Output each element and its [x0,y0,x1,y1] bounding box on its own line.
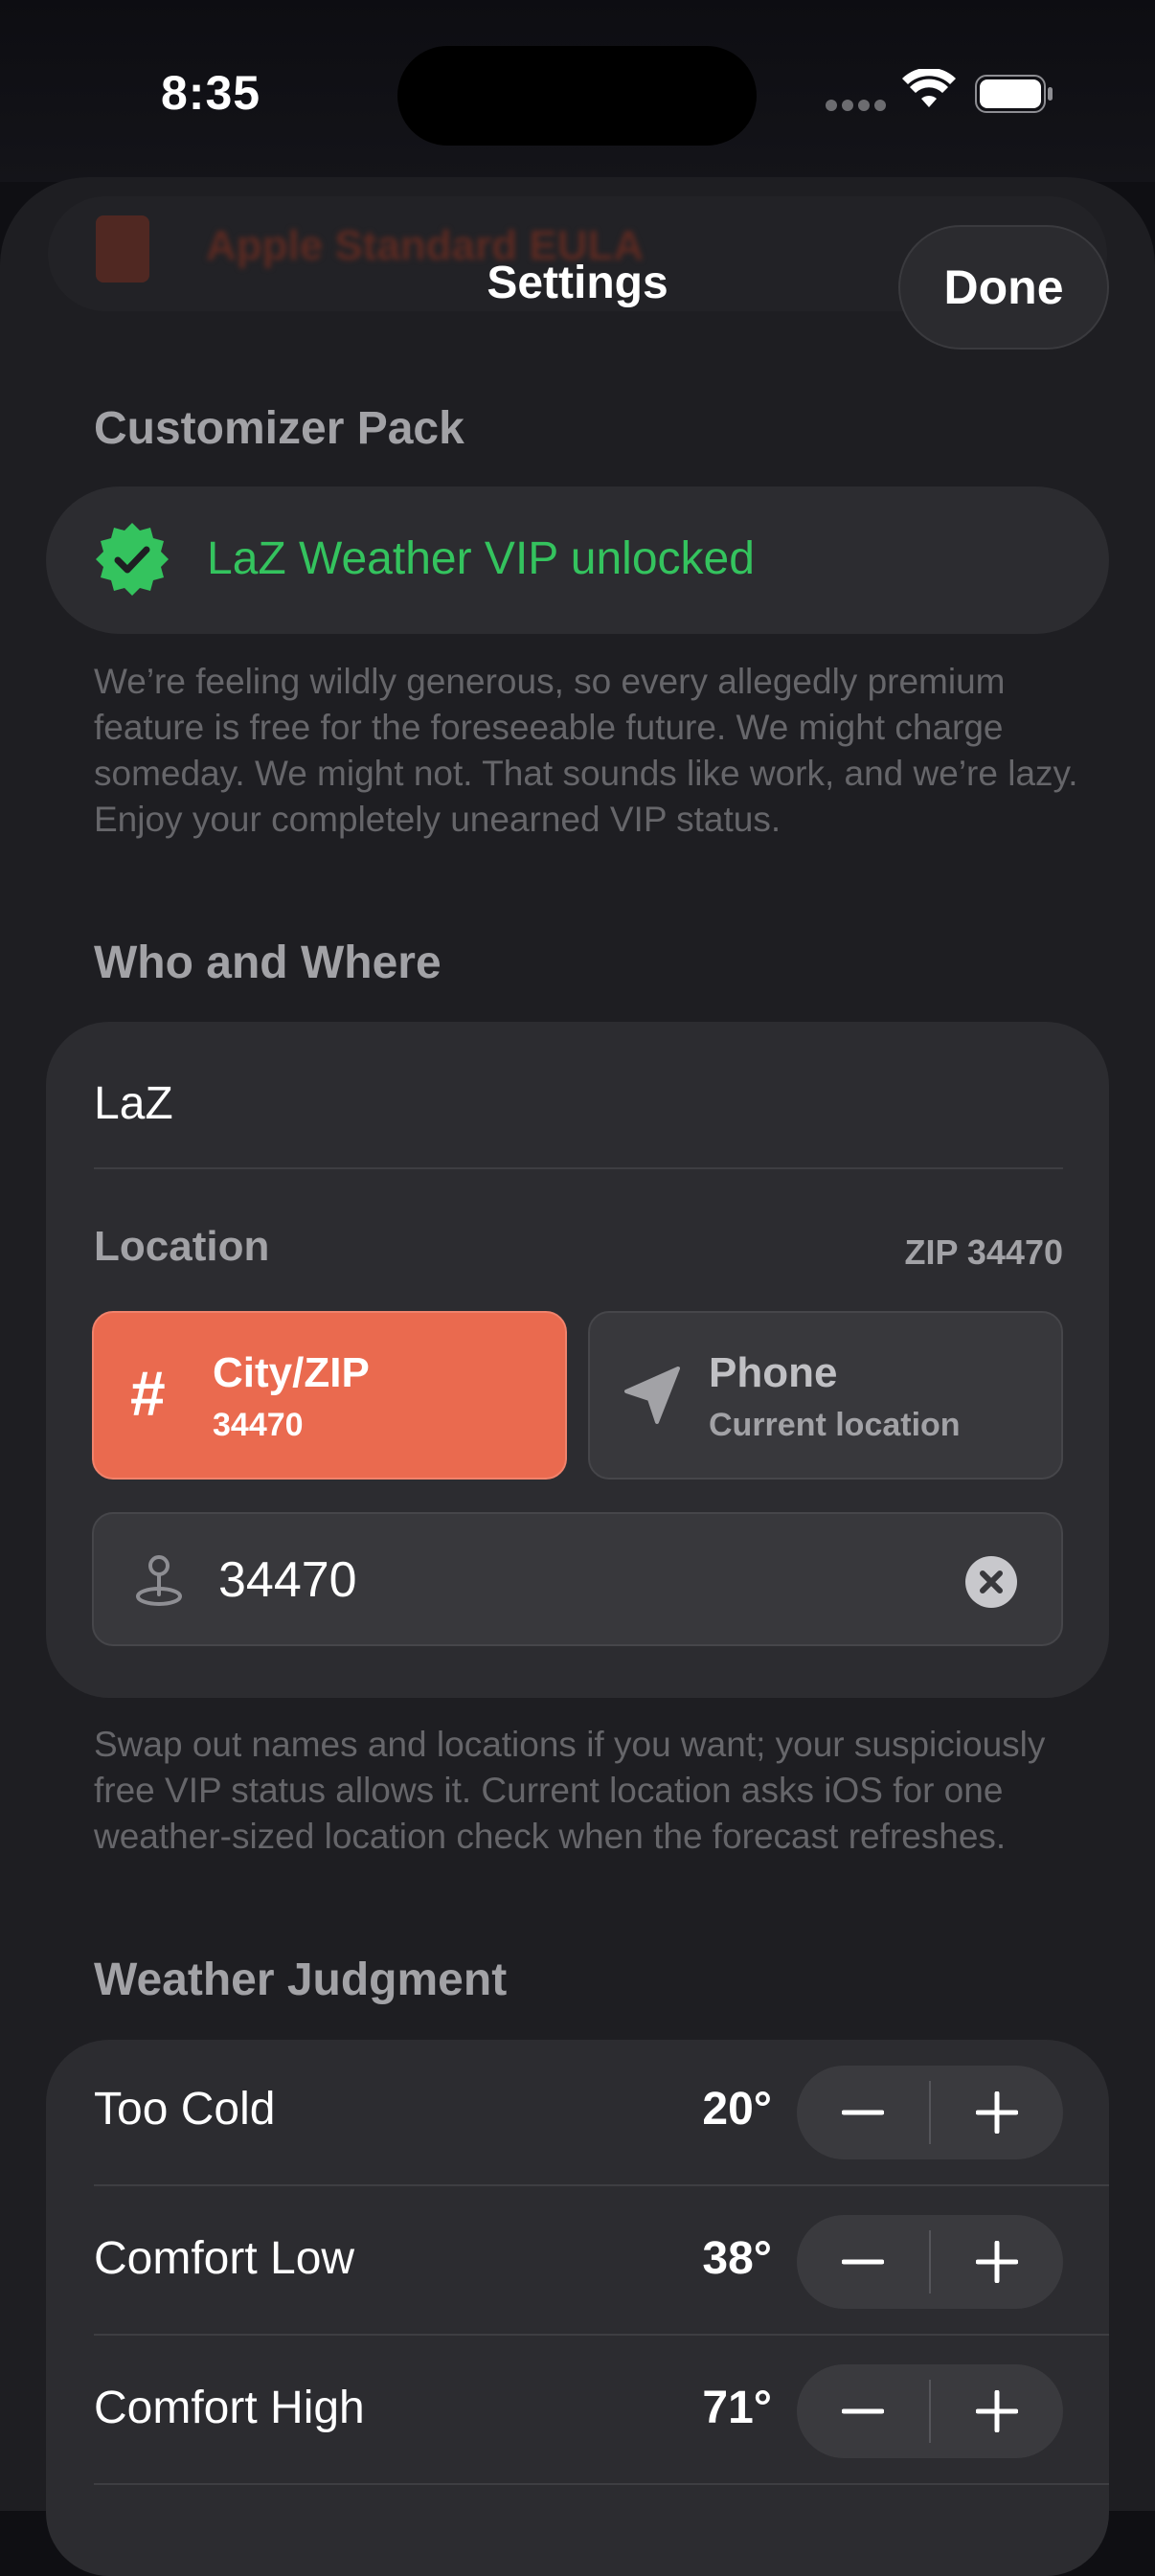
cellular-signal-icon [826,100,886,113]
who-where-card: Location ZIP 34470 # City/ZIP 34470 Phon… [46,1022,1109,1698]
increment-button[interactable] [931,2364,1063,2458]
threshold-label-comfort-low: Comfort Low [94,2233,355,2284]
verified-badge-icon [96,523,169,596]
dynamic-island [397,46,757,146]
divider [94,1167,1063,1169]
done-button[interactable]: Done [898,225,1109,350]
decrement-button[interactable] [797,2364,929,2458]
zip-code-input[interactable] [218,1543,889,1617]
section-header-weather-judgment: Weather Judgment [94,1955,508,2005]
zip-input-container [92,1512,1063,1646]
threshold-value-comfort-low: 38° [702,2233,772,2284]
decrement-button[interactable] [797,2215,929,2309]
increment-button[interactable] [931,2066,1063,2159]
decrement-button[interactable] [797,2066,929,2159]
wifi-icon [902,69,956,107]
hash-icon: # [130,1358,166,1429]
section-header-who-where: Who and Where [94,938,442,988]
threshold-value-too-cold: 20° [702,2084,772,2135]
comfort-low-stepper [797,2215,1063,2309]
location-arrow-icon [624,1367,680,1424]
battery-icon [975,75,1053,113]
divider [94,2184,1109,2186]
mode-title: Phone [709,1349,838,1396]
customizer-footnote: We’re feeling wildly generous, so every … [94,662,1078,839]
mode-subtitle: Current location [709,1407,961,1443]
city-zip-mode-button[interactable]: # City/ZIP 34470 [92,1311,567,1480]
mode-title: City/ZIP [213,1349,370,1396]
clear-text-icon[interactable] [965,1556,1017,1608]
mode-subtitle: 34470 [213,1407,304,1443]
divider [94,2334,1109,2336]
threshold-label-comfort-high: Comfort High [94,2383,365,2433]
phone-location-mode-button[interactable]: Phone Current location [588,1311,1063,1480]
map-pin-icon [136,1555,182,1606]
threshold-value-comfort-high: 71° [702,2383,772,2433]
plus-icon [976,2091,1018,2134]
who-where-footnote: Swap out names and locations if you want… [94,1725,1046,1856]
too-cold-stepper [797,2066,1063,2159]
minus-icon [842,2259,884,2265]
vip-status-text: LaZ Weather VIP unlocked [207,533,755,584]
increment-button[interactable] [931,2215,1063,2309]
divider [94,2483,1109,2485]
zip-summary-label: ZIP 34470 [904,1232,1063,1272]
section-header-customizer: Customizer Pack [94,403,464,454]
plus-icon [976,2241,1018,2283]
threshold-label-too-cold: Too Cold [94,2084,276,2135]
status-bar: 8:35 [0,0,1155,182]
location-label: Location [94,1223,270,1270]
comfort-high-stepper [797,2364,1063,2458]
weather-judgment-card: Too Cold 20° Comfort Low 38° Comfort Hig… [46,2040,1109,2576]
minus-icon [842,2408,884,2414]
minus-icon [842,2110,884,2115]
status-time: 8:35 [161,66,261,120]
plus-icon [976,2390,1018,2432]
name-field[interactable] [94,1070,1061,1137]
vip-status-row: LaZ Weather VIP unlocked [46,486,1109,634]
